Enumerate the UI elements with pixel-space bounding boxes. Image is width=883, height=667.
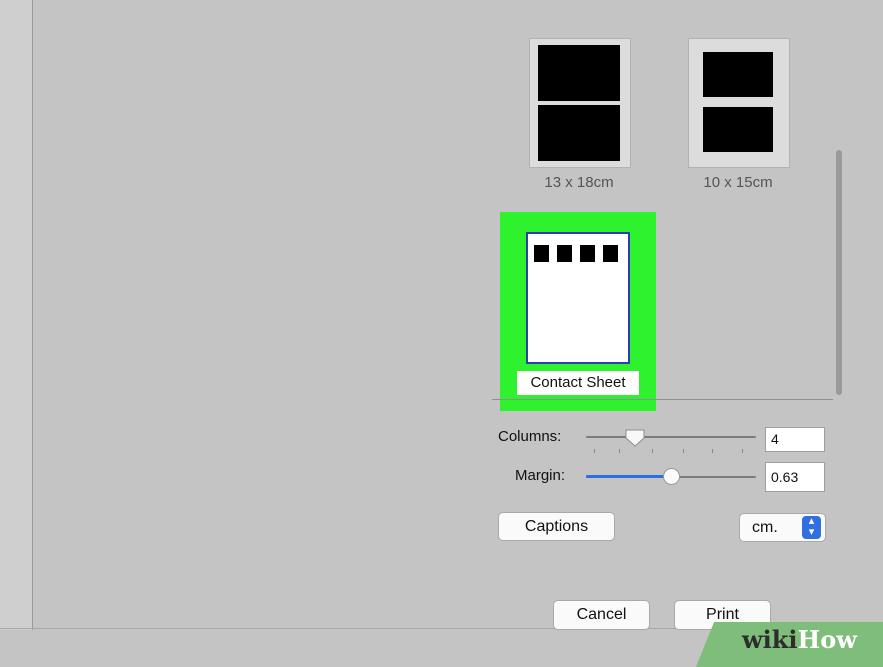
left-pane xyxy=(0,0,33,630)
chevron-up-down-icon: ▴ ▾ xyxy=(802,516,821,539)
unit-select-value: cm. xyxy=(752,519,778,536)
layout-13x18-label: 13 x 18cm xyxy=(544,174,614,191)
layout-13x18-thumbnail[interactable] xyxy=(529,38,631,168)
layout-10x15-thumbnail[interactable] xyxy=(688,38,790,168)
slider-tick xyxy=(594,449,595,453)
columns-slider-knob[interactable] xyxy=(624,428,646,448)
layout-10x15-label: 10 x 15cm xyxy=(703,174,773,191)
columns-field[interactable]: 4 xyxy=(765,427,825,452)
slider-tick xyxy=(683,449,684,453)
photo-slot xyxy=(538,105,620,161)
unit-select[interactable]: cm. ▴ ▾ xyxy=(739,513,826,542)
slider-tick xyxy=(619,449,620,453)
cancel-button[interactable]: Cancel xyxy=(553,600,650,630)
photo-slot xyxy=(603,245,618,262)
margin-slider-knob[interactable] xyxy=(663,468,680,485)
contact-sheet-label: Contact Sheet xyxy=(517,371,639,395)
wikihow-watermark: wikiHow xyxy=(742,625,857,654)
watermark-how: How xyxy=(797,625,857,654)
slider-tick xyxy=(712,449,713,453)
margin-field[interactable]: 0.63 xyxy=(765,462,825,492)
slider-tick xyxy=(742,449,743,453)
columns-slider-track[interactable] xyxy=(586,436,756,438)
margin-slider-fill xyxy=(586,475,672,478)
contact-sheet-thumbnail[interactable] xyxy=(526,232,630,364)
captions-button[interactable]: Captions xyxy=(498,512,615,541)
section-divider xyxy=(492,399,833,400)
scrollbar-thumb[interactable] xyxy=(836,150,842,395)
margin-label: Margin: xyxy=(515,467,566,484)
photo-slot xyxy=(557,245,572,262)
photo-slot xyxy=(703,52,773,97)
columns-label: Columns: xyxy=(498,428,562,445)
photo-slot xyxy=(538,45,620,101)
photo-slot xyxy=(534,245,549,262)
photo-slot xyxy=(703,107,773,152)
photo-slot xyxy=(580,245,595,262)
watermark-wiki: wiki xyxy=(742,625,798,654)
slider-tick xyxy=(652,449,653,453)
